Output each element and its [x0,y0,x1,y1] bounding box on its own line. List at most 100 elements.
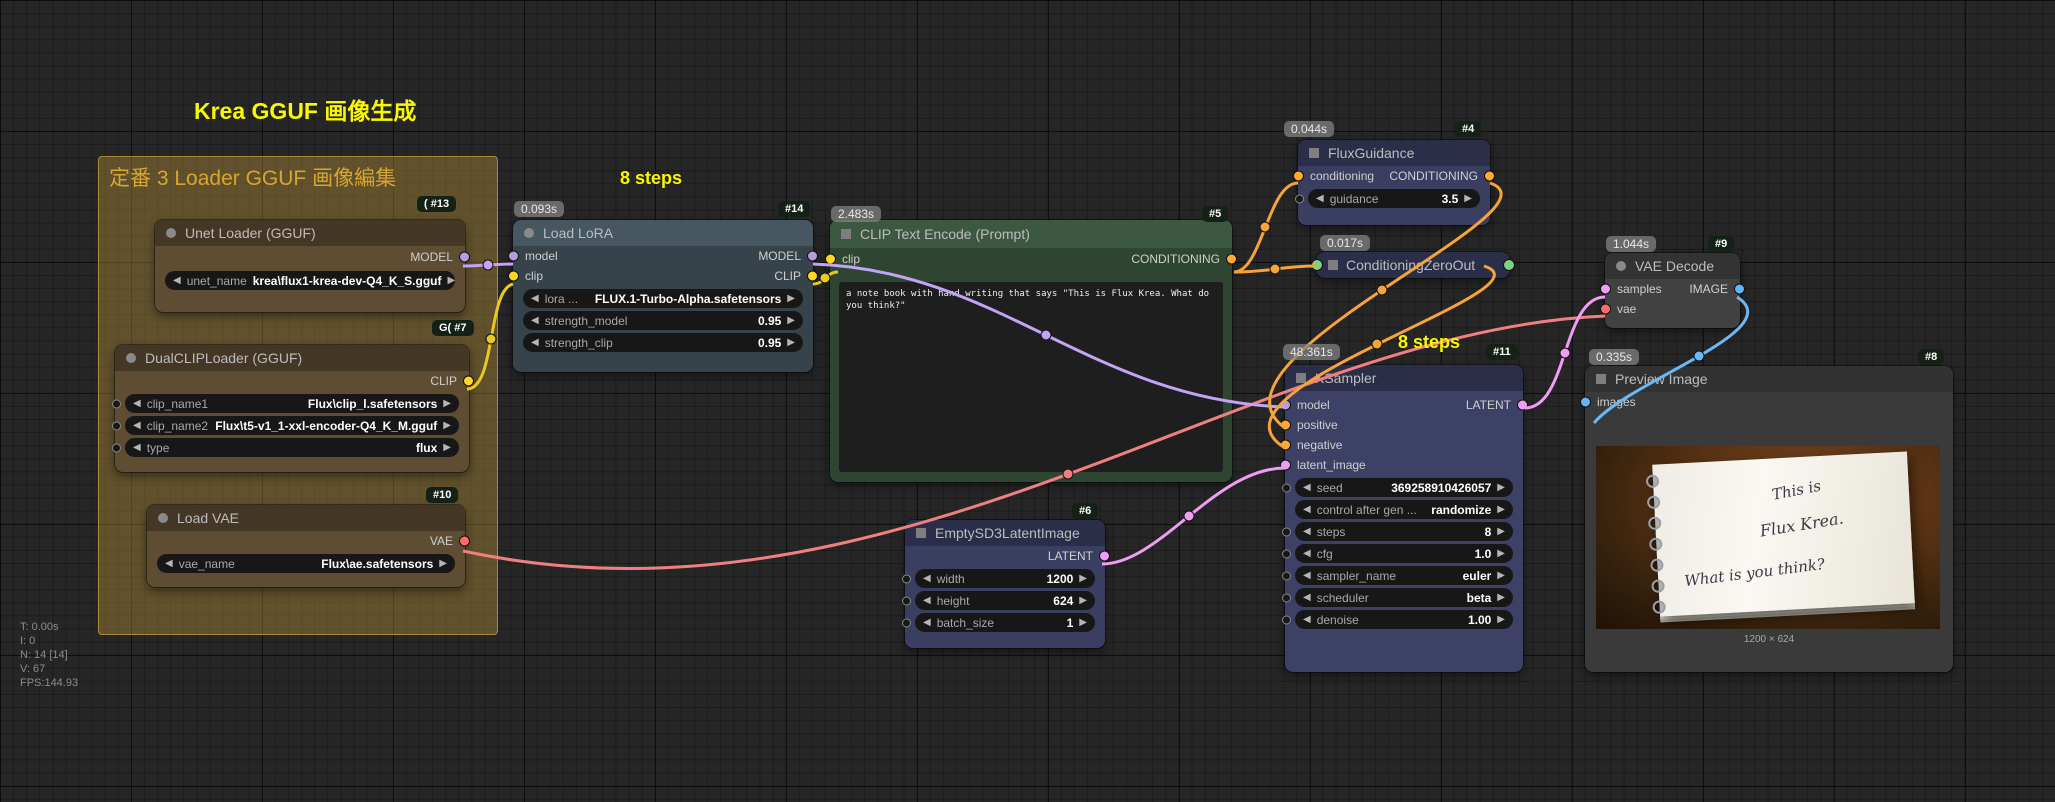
next-value-icon[interactable]: ▶ [443,398,451,409]
node-preview-image[interactable]: Preview Image images This is Flux Krea. … [1580,366,1953,672]
widget-input-socket[interactable] [112,421,121,430]
prev-value-icon[interactable]: ◀ [923,595,931,606]
collapse-circle-icon[interactable] [1616,261,1626,271]
collapsed-input-socket[interactable] [1311,259,1323,271]
prev-value-icon[interactable]: ◀ [531,315,539,326]
widget-sampler-name[interactable]: ◀ sampler_name euler ▶ [1295,566,1513,585]
input-socket-images[interactable] [1580,396,1591,408]
prev-value-icon[interactable]: ◀ [133,398,141,409]
node-load-vae[interactable]: Load VAE VAE ◀ vae_name Flux\ae.safetens… [147,505,470,587]
widget-scheduler[interactable]: ◀ scheduler beta ▶ [1295,588,1513,607]
collapse-square-icon[interactable] [841,229,851,239]
next-value-icon[interactable]: ▶ [1497,482,1505,493]
collapsed-output-socket[interactable] [1503,259,1515,271]
node-unet-loader[interactable]: Unet Loader (GGUF) MODEL ◀ unet_name kre… [155,220,470,312]
widget-clip-name2[interactable]: ◀ clip_name2 Flux\t5-v1_1-xxl-encoder-Q4… [125,416,459,435]
widget-input-socket[interactable] [902,596,911,605]
widget-input-socket[interactable] [1282,615,1291,624]
prev-value-icon[interactable]: ◀ [531,337,539,348]
next-value-icon[interactable]: ▶ [1497,548,1505,559]
next-value-icon[interactable]: ▶ [443,420,451,431]
prev-value-icon[interactable]: ◀ [1303,592,1311,603]
widget-width[interactable]: ◀ width 1200 ▶ [915,569,1095,588]
prev-value-icon[interactable]: ◀ [531,293,539,304]
prev-value-icon[interactable]: ◀ [1303,570,1311,581]
collapse-square-icon[interactable] [1296,373,1306,383]
widget-strength-clip[interactable]: ◀ strength_clip 0.95 ▶ [523,333,803,352]
node-vae-decode[interactable]: VAE Decode samples IMAGE vae [1600,253,1745,328]
widget-input-socket[interactable] [112,399,121,408]
next-value-icon[interactable]: ▶ [448,275,456,286]
preview-image-thumbnail[interactable]: This is Flux Krea. What is you think? [1596,446,1940,629]
input-socket-positive[interactable] [1280,419,1291,431]
input-socket-clip[interactable] [508,270,519,282]
node-flux-guidance[interactable]: FluxGuidance conditioning CONDITIONING ◀… [1293,140,1495,225]
prev-value-icon[interactable]: ◀ [1303,482,1311,493]
input-socket-vae[interactable] [1600,303,1611,315]
collapse-circle-icon[interactable] [166,228,176,238]
node-empty-sd3-latent[interactable]: EmptySD3LatentImage LATENT ◀ width 1200 … [902,520,1110,648]
next-value-icon[interactable]: ▶ [439,558,447,569]
widget-unet-name[interactable]: ◀ unet_name krea\flux1-krea-dev-Q4_K_S.g… [165,271,455,290]
workflow-title-note[interactable]: Krea GGUF 画像生成 [194,92,416,126]
output-socket-model[interactable] [459,251,470,263]
widget-height[interactable]: ◀ height 624 ▶ [915,591,1095,610]
prev-value-icon[interactable]: ◀ [1303,504,1311,515]
node-load-lora[interactable]: Load LoRA model MODEL clip CLIP ◀ lora .… [508,220,818,372]
prompt-textarea[interactable]: a note book with hand writing that says … [839,282,1223,472]
input-socket-model[interactable] [508,250,519,262]
output-socket-clip[interactable] [807,270,818,282]
output-socket-latent[interactable] [1099,550,1110,562]
next-value-icon[interactable]: ▶ [1464,193,1472,204]
widget-input-socket[interactable] [1295,194,1304,203]
widget-guidance[interactable]: ◀ guidance 3.5 ▶ [1308,189,1480,208]
node-conditioning-zero-out[interactable]: ConditioningZeroOut [1311,252,1515,278]
next-value-icon[interactable]: ▶ [1497,526,1505,537]
node-graph-canvas[interactable]: Krea GGUF 画像生成 8 steps 8 steps 定番 3 Load… [0,0,2055,802]
collapse-square-icon[interactable] [1596,374,1606,384]
widget-input-socket[interactable] [902,618,911,627]
widget-denoise[interactable]: ◀ denoise 1.00 ▶ [1295,610,1513,629]
input-socket-conditioning[interactable] [1293,170,1304,182]
widget-input-socket[interactable] [1282,483,1291,492]
output-socket-image[interactable] [1734,283,1745,295]
prev-value-icon[interactable]: ◀ [1316,193,1324,204]
output-socket-conditioning[interactable] [1484,170,1495,182]
input-socket-latent-image[interactable] [1280,459,1291,471]
next-value-icon[interactable]: ▶ [1497,504,1505,515]
next-value-icon[interactable]: ▶ [787,293,795,304]
steps-note-sampler[interactable]: 8 steps [1398,332,1460,353]
output-socket-conditioning[interactable] [1226,253,1237,265]
prev-value-icon[interactable]: ◀ [923,573,931,584]
widget-clip-name1[interactable]: ◀ clip_name1 Flux\clip_l.safetensors ▶ [125,394,459,413]
widget-steps[interactable]: ◀ steps 8 ▶ [1295,522,1513,541]
collapse-square-icon[interactable] [1328,260,1338,270]
widget-batch-size[interactable]: ◀ batch_size 1 ▶ [915,613,1095,632]
steps-note-loader[interactable]: 8 steps [620,168,682,189]
widget-input-socket[interactable] [1282,593,1291,602]
widget-input-socket[interactable] [1282,549,1291,558]
widget-input-socket[interactable] [1282,571,1291,580]
output-socket-model[interactable] [807,250,818,262]
output-socket-vae[interactable] [459,535,470,547]
widget-input-socket[interactable] [1282,527,1291,536]
input-socket-clip[interactable] [825,253,836,265]
prev-value-icon[interactable]: ◀ [923,617,931,628]
widget-seed[interactable]: ◀ seed 369258910426057 ▶ [1295,478,1513,497]
prev-value-icon[interactable]: ◀ [1303,548,1311,559]
next-value-icon[interactable]: ▶ [1497,570,1505,581]
next-value-icon[interactable]: ▶ [1497,614,1505,625]
next-value-icon[interactable]: ▶ [787,337,795,348]
prev-value-icon[interactable]: ◀ [173,275,181,286]
prev-value-icon[interactable]: ◀ [165,558,173,569]
group-title[interactable]: 定番 3 Loader GGUF 画像編集 [99,157,497,197]
next-value-icon[interactable]: ▶ [787,315,795,326]
widget-input-socket[interactable] [902,574,911,583]
collapse-square-icon[interactable] [916,528,926,538]
collapse-circle-icon[interactable] [524,228,534,238]
prev-value-icon[interactable]: ◀ [133,420,141,431]
next-value-icon[interactable]: ▶ [1079,595,1087,606]
collapse-circle-icon[interactable] [158,513,168,523]
widget-strength-model[interactable]: ◀ strength_model 0.95 ▶ [523,311,803,330]
widget-vae-name[interactable]: ◀ vae_name Flux\ae.safetensors ▶ [157,554,455,573]
